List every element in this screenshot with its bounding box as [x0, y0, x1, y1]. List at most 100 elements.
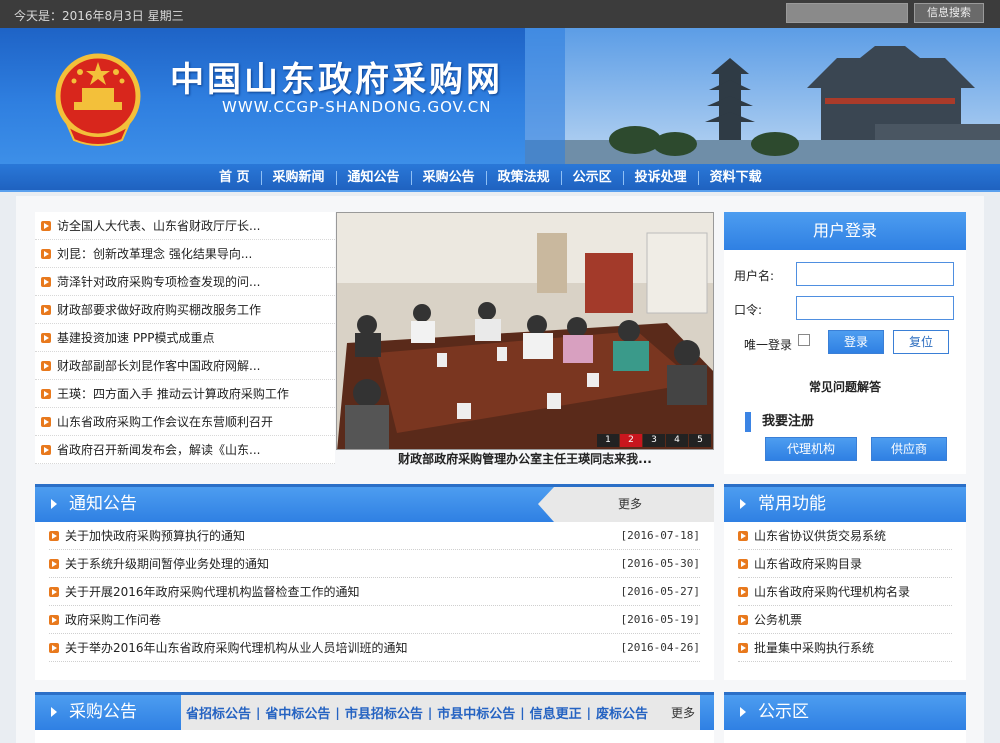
bullet-arrow-icon: [41, 221, 51, 231]
bullet-arrow-icon: [738, 587, 748, 597]
notice-more-link[interactable]: 更多: [538, 487, 714, 522]
notice-panel: 通知公告 更多 关于加快政府采购预算执行的通知 [2016-07-18] 关于系统…: [35, 484, 714, 680]
purchase-title: 采购公告: [69, 702, 137, 722]
nav-procurement-news[interactable]: 采购新闻: [262, 171, 337, 185]
nav-publicity[interactable]: 公示区: [562, 171, 624, 185]
slide-page-1[interactable]: 1: [597, 434, 619, 447]
register-heading: 我要注册: [762, 414, 815, 429]
slide-page-5[interactable]: 5: [689, 434, 711, 447]
news-slideshow[interactable]: 1 2 3 4 5: [336, 212, 714, 450]
site-banner: 中国山东政府采购网 WWW.CCGP-SHANDONG.GOV.CN: [0, 28, 1000, 164]
nav-notices[interactable]: 通知公告: [337, 171, 412, 185]
news-list: 访全国人大代表、山东省财政厅厅长... 刘昆：创新改革理念 强化结果导向... …: [35, 212, 335, 464]
meeting-photo: [337, 213, 713, 449]
bullet-arrow-icon: [41, 249, 51, 259]
faq-link[interactable]: 常见问题解答: [724, 378, 966, 395]
bullet-arrow-icon: [738, 643, 748, 653]
agency-register-button[interactable]: 代理机构: [765, 437, 857, 461]
slide-page-3[interactable]: 3: [643, 434, 665, 447]
site-title: 中国山东政府采购网: [170, 60, 503, 100]
table-row[interactable]: 关于加快政府采购预算执行的通知 [2016-07-18]: [49, 522, 700, 550]
login-button[interactable]: 登录: [828, 330, 884, 354]
supplier-register-button[interactable]: 供应商: [871, 437, 947, 461]
list-item[interactable]: 批量集中采购执行系统: [738, 634, 952, 662]
section-arrow-icon: [740, 707, 746, 717]
nav-procurement-announcements[interactable]: 采购公告: [412, 171, 487, 185]
national-emblem-icon: [55, 53, 141, 146]
bullet-arrow-icon: [49, 531, 59, 541]
bullet-arrow-icon: [41, 445, 51, 455]
bullet-arrow-icon: [738, 615, 748, 625]
tab-city-tender[interactable]: 市县招标公告: [340, 703, 428, 722]
slideshow-pager: 1 2 3 4 5: [596, 434, 711, 447]
list-item[interactable]: 财政部要求做好政府购买棚改服务工作: [35, 296, 335, 324]
table-row[interactable]: 关于开展2016年政府采购代理机构监督检查工作的通知 [2016-05-27]: [49, 578, 700, 606]
list-item[interactable]: 刘昆：创新改革理念 强化结果导向...: [35, 240, 335, 268]
register-marker: [745, 412, 751, 432]
list-item[interactable]: 山东省政府采购工作会议在东营顺利召开: [35, 408, 335, 436]
bullet-arrow-icon: [49, 587, 59, 597]
purchase-panel: 采购公告 省招标公告 | 省中标公告 | 市县招标公告 | 市县中标公告 | 信息更正 |…: [35, 692, 714, 743]
common-functions-title: 常用功能: [758, 494, 826, 514]
tab-province-award[interactable]: 省中标公告: [260, 703, 335, 722]
section-arrow-icon: [51, 707, 57, 717]
bullet-arrow-icon: [41, 417, 51, 427]
bullet-arrow-icon: [738, 559, 748, 569]
bullet-arrow-icon: [41, 277, 51, 287]
login-title: 用户登录: [724, 212, 966, 250]
section-arrow-icon: [51, 499, 57, 509]
nav-policies[interactable]: 政策法规: [487, 171, 562, 185]
bullet-arrow-icon: [41, 305, 51, 315]
username-label: 用户名:: [734, 269, 775, 283]
list-item[interactable]: 山东省政府采购代理机构名录: [738, 578, 952, 606]
table-row[interactable]: 政府采购工作问卷 [2016-05-19]: [49, 606, 700, 634]
password-input[interactable]: [796, 296, 954, 320]
purchase-tabs: 省招标公告 | 省中标公告 | 市县招标公告 | 市县中标公告 | 信息更正 | 废标公告…: [181, 695, 701, 730]
purchase-more-link[interactable]: 更多: [653, 704, 700, 721]
table-row[interactable]: 关于举办2016年山东省政府采购代理机构从业人员培训班的通知 [2016-04-2…: [49, 634, 700, 662]
bullet-arrow-icon: [49, 559, 59, 569]
top-bar: 今天是：2016年8月3日 星期三 信息搜索: [0, 0, 1000, 28]
login-panel: 用户登录 用户名: 口令: 唯一登录 登录 复位 常见问题解答 我要注册 代理机…: [724, 212, 966, 474]
common-functions-panel: 常用功能 山东省协议供货交易系统 山东省政府采购目录 山东省政府采购代理机构名录…: [724, 484, 966, 680]
publicity-panel: 公示区: [724, 692, 966, 743]
tab-province-tender[interactable]: 省招标公告: [181, 703, 256, 722]
tab-city-award[interactable]: 市县中标公告: [432, 703, 520, 722]
slide-page-4[interactable]: 4: [666, 434, 688, 447]
tab-cancelled[interactable]: 废标公告: [591, 703, 653, 722]
list-item[interactable]: 山东省协议供货交易系统: [738, 522, 952, 550]
site-url: WWW.CCGP-SHANDONG.GOV.CN: [222, 98, 492, 116]
table-row[interactable]: 关于系统升级期间暂停业务处理的通知 [2016-05-30]: [49, 550, 700, 578]
current-date: 今天是：2016年8月3日 星期三: [14, 9, 184, 23]
bullet-arrow-icon: [49, 643, 59, 653]
bullet-arrow-icon: [41, 389, 51, 399]
tab-corrections[interactable]: 信息更正: [525, 703, 587, 722]
nav-downloads[interactable]: 资料下载: [699, 171, 773, 185]
nav-complaints[interactable]: 投诉处理: [624, 171, 699, 185]
notice-title: 通知公告: [69, 494, 137, 514]
publicity-title: 公示区: [758, 702, 809, 722]
list-item[interactable]: 访全国人大代表、山东省财政厅厅长...: [35, 212, 335, 240]
list-item[interactable]: 省政府召开新闻发布会，解读《山东...: [35, 436, 335, 464]
slideshow-caption[interactable]: 财政部政府采购管理办公室主任王瑛同志来我...: [336, 450, 714, 466]
main-nav: 首 页 采购新闻 通知公告 采购公告 政策法规 公示区 投诉处理 资料下载: [0, 164, 1000, 192]
scenery-image: [525, 28, 1000, 164]
password-label: 口令:: [734, 303, 763, 317]
list-item[interactable]: 菏泽针对政府采购专项检查发现的问...: [35, 268, 335, 296]
reset-button[interactable]: 复位: [893, 330, 949, 354]
list-item[interactable]: 公务机票: [738, 606, 952, 634]
list-item[interactable]: 基建投资加速 PPP模式成重点: [35, 324, 335, 352]
search-button[interactable]: 信息搜索: [914, 3, 984, 23]
list-item[interactable]: 财政部副部长刘昆作客中国政府网解...: [35, 352, 335, 380]
unique-login-checkbox[interactable]: [798, 334, 810, 346]
bullet-arrow-icon: [738, 531, 748, 541]
username-input[interactable]: [796, 262, 954, 286]
unique-login-label: 唯一登录: [744, 338, 793, 352]
bullet-arrow-icon: [41, 333, 51, 343]
slide-page-2[interactable]: 2: [620, 434, 642, 447]
nav-home[interactable]: 首 页: [208, 171, 262, 185]
search-input[interactable]: [786, 3, 908, 23]
section-arrow-icon: [740, 499, 746, 509]
list-item[interactable]: 王瑛：四方面入手 推动云计算政府采购工作: [35, 380, 335, 408]
list-item[interactable]: 山东省政府采购目录: [738, 550, 952, 578]
